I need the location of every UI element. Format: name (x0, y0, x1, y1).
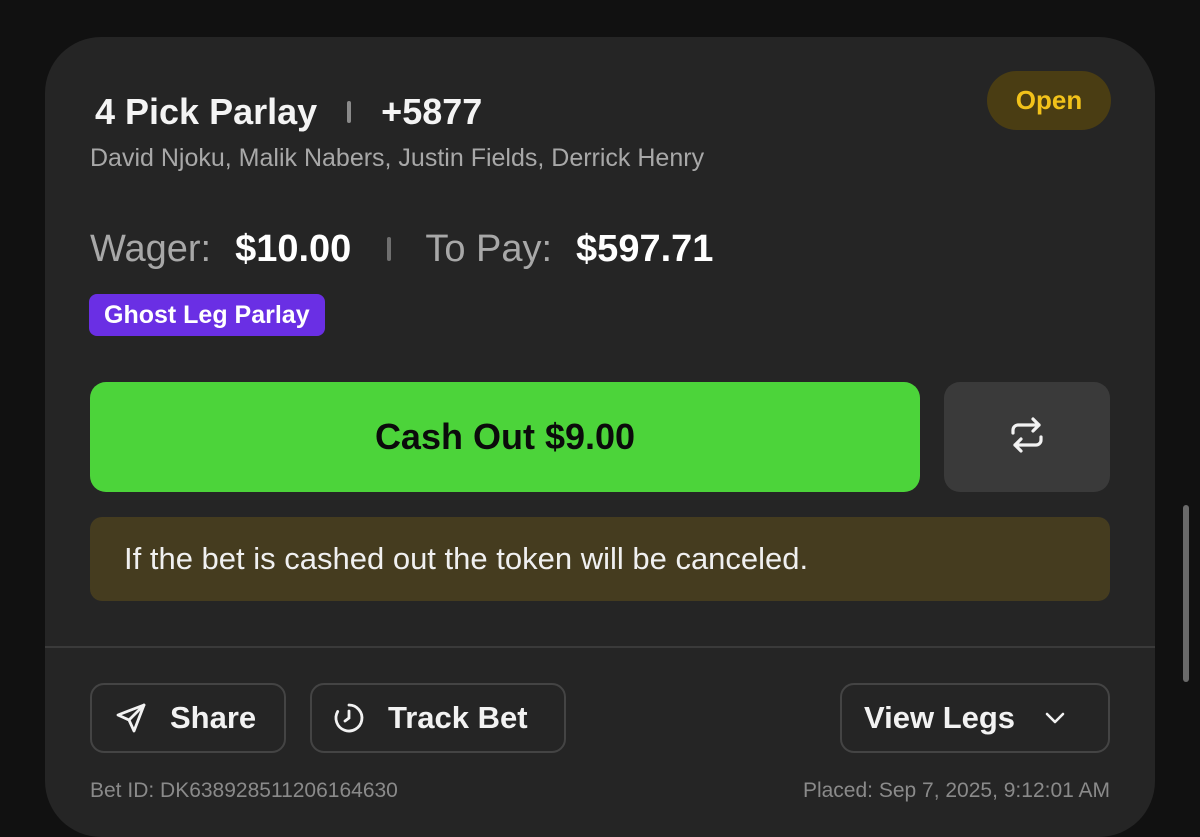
clock-icon (332, 701, 366, 735)
swap-button[interactable] (944, 382, 1110, 492)
bet-id: Bet ID: DK638928511206164630 (90, 779, 398, 802)
chevron-down-icon (1043, 710, 1067, 726)
cash-out-button[interactable]: Cash Out $9.00 (90, 382, 920, 492)
ghost-leg-badge: Ghost Leg Parlay (89, 294, 325, 336)
view-legs-button[interactable]: View Legs (840, 683, 1110, 753)
wager-value: $10.00 (235, 227, 352, 270)
bet-title-row: 4 Pick Parlay +5877 (95, 90, 482, 134)
bet-odds: +5877 (381, 91, 483, 132)
divider (45, 646, 1155, 648)
status-badge: Open (987, 71, 1111, 130)
view-legs-label: View Legs (864, 700, 1016, 735)
share-button[interactable]: Share (90, 683, 286, 753)
scrollbar[interactable] (1183, 505, 1189, 682)
track-bet-label: Track Bet (388, 700, 528, 735)
track-bet-button[interactable]: Track Bet (310, 683, 566, 753)
wager-separator (387, 237, 392, 261)
send-icon (114, 701, 148, 735)
bet-title: 4 Pick Parlay (95, 91, 318, 132)
share-label: Share (170, 700, 257, 735)
legs-summary: David Njoku, Malik Nabers, Justin Fields… (90, 144, 705, 172)
wager-label: Wager: (90, 227, 212, 270)
to-pay-value: $597.71 (576, 227, 714, 270)
title-separator (347, 101, 352, 123)
swap-icon (1007, 416, 1047, 458)
to-pay-label: To Pay: (425, 227, 553, 270)
wager-row: Wager: $10.00 To Pay: $597.71 (90, 225, 713, 273)
cash-out-label: Cash Out $9.00 (374, 416, 636, 457)
placed-timestamp: Placed: Sep 7, 2025, 9:12:01 AM (802, 779, 1110, 802)
cashout-notice: If the bet is cashed out the token will … (90, 517, 1110, 601)
